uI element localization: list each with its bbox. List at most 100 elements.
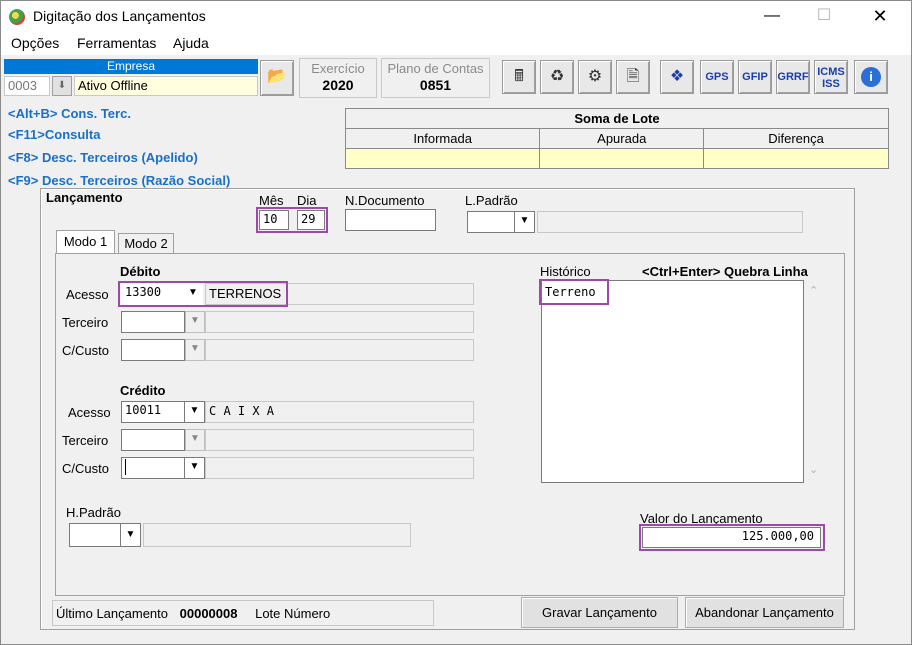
debito-custo-label: C/Custo — [62, 343, 109, 358]
empresa-code-field[interactable]: 0003 — [4, 76, 50, 96]
hpadrao-label: H.Padrão — [66, 505, 121, 520]
recycle-bin-icon: ♻ — [549, 68, 565, 85]
menu-opcoes[interactable]: Opções — [11, 35, 59, 51]
soma-lote-table: Soma de Lote Informada Apurada Diferença — [344, 108, 889, 169]
credito-title: Crédito — [120, 383, 166, 398]
icms-label: ICMS — [817, 66, 845, 78]
info-icon: i — [861, 67, 881, 87]
lpadrao-field[interactable] — [467, 211, 515, 233]
debito-acesso-highlight — [118, 281, 288, 307]
credito-custo-dropdown-icon[interactable]: ▼ — [185, 457, 205, 479]
debito-custo-field[interactable] — [121, 339, 185, 361]
informada-value — [344, 148, 541, 169]
lpadrao-dropdown-icon[interactable]: ▼ — [515, 211, 535, 233]
diamond-arrows-icon: ❖ — [669, 68, 685, 85]
historico-highlight — [539, 279, 609, 305]
tools-button[interactable]: ⚙ — [578, 60, 612, 94]
historico-label: Histórico — [540, 264, 591, 279]
lpadrao-label: L.Padrão — [465, 193, 518, 208]
exercicio-value: 2020 — [322, 77, 354, 93]
valor-highlight — [639, 524, 825, 551]
abandonar-button[interactable]: Abandonar Lançamento — [685, 597, 844, 628]
debito-custo-desc — [205, 339, 474, 361]
historico-scroll-down-icon[interactable]: ⌄ — [809, 463, 818, 476]
status-bar: Último Lançamento 00000008 Lote Número — [52, 600, 434, 626]
tab-modo2[interactable]: Modo 2 — [118, 233, 174, 254]
plano-value: 0851 — [419, 77, 452, 93]
credito-acesso-label: Acesso — [68, 405, 111, 420]
navigate-button[interactable]: ❖ — [660, 60, 694, 94]
soma-lote-title: Soma de Lote — [345, 108, 889, 129]
grrf-button[interactable]: GRRF — [776, 60, 810, 94]
hpadrao-field[interactable] — [69, 523, 121, 547]
hpadrao-dropdown-icon[interactable]: ▼ — [121, 523, 141, 547]
debito-terceiro-dropdown-icon[interactable]: ▼ — [185, 311, 205, 333]
historico-textarea[interactable]: Terreno — [541, 280, 804, 483]
document-icon: 🗎 — [626, 68, 640, 85]
col-diferenca: Diferença — [703, 128, 889, 149]
minimize-icon[interactable]: — — [749, 1, 795, 31]
debito-terceiro-desc — [205, 311, 474, 333]
menu-ferramentas[interactable]: Ferramentas — [77, 35, 156, 51]
tools-icon: ⚙ — [587, 68, 603, 85]
debito-terceiro-field[interactable] — [121, 311, 185, 333]
ndoc-label: N.Documento — [345, 193, 425, 208]
calculator-button[interactable]: 🖩 — [502, 60, 536, 94]
credito-terceiro-label: Terceiro — [62, 433, 109, 448]
empresa-lookup-icon[interactable]: ⬇ — [52, 76, 72, 96]
diferenca-value — [703, 148, 889, 169]
dia-label: Dia — [297, 193, 317, 208]
icms-iss-button[interactable]: ICMS ISS — [814, 60, 848, 94]
debito-terceiro-label: Terceiro — [62, 315, 109, 330]
credito-terceiro-dropdown-icon[interactable]: ▼ — [185, 429, 205, 451]
tab-modo1[interactable]: Modo 1 — [56, 230, 115, 254]
calculator-icon: 🖩 — [514, 68, 524, 85]
ultimo-value: 00000008 — [179, 606, 238, 621]
historico-scroll-up-icon[interactable]: ⌃ — [809, 284, 818, 297]
credito-acesso-field[interactable]: 10011 — [121, 401, 185, 423]
credito-custo-label: C/Custo — [62, 461, 109, 476]
shortcut-desc-razao: <F9> Desc. Terceiros (Razão Social) — [8, 173, 231, 188]
exercicio-box: Exercício 2020 — [299, 58, 377, 98]
open-folder-button[interactable]: 📂 — [260, 60, 294, 96]
credito-terceiro-field[interactable] — [121, 429, 185, 451]
empresa-header: Empresa — [4, 59, 258, 74]
menu-ajuda[interactable]: Ajuda — [173, 35, 209, 51]
menu-bar: Opções Ferramentas Ajuda — [1, 31, 911, 55]
credito-terceiro-desc — [205, 429, 474, 451]
info-button[interactable]: i — [854, 60, 888, 94]
gfip-button[interactable]: GFIP — [738, 60, 772, 94]
ndoc-field[interactable] — [345, 209, 436, 231]
title-bar: Digitação dos Lançamentos — ☐ ✕ — [1, 1, 911, 31]
shortcut-consulta: <F11>Consulta — [8, 127, 101, 142]
shortcut-desc-apelido: <F8> Desc. Terceiros (Apelido) — [8, 150, 198, 165]
shortcut-cons-terc: <Alt+B> Cons. Terc. — [8, 106, 131, 121]
debito-custo-dropdown-icon[interactable]: ▼ — [185, 339, 205, 361]
iss-label: ISS — [822, 78, 840, 90]
plano-box: Plano de Contas 0851 — [381, 58, 490, 98]
close-icon[interactable]: ✕ — [857, 1, 903, 31]
hpadrao-desc — [143, 523, 411, 547]
lancamento-title: Lançamento — [46, 190, 123, 205]
date-highlight — [256, 207, 328, 233]
ultimo-label: Último Lançamento — [56, 606, 168, 621]
debito-title: Débito — [120, 264, 161, 279]
col-apurada: Apurada — [539, 128, 705, 149]
app-icon — [9, 9, 25, 25]
credito-custo-desc — [205, 457, 474, 479]
credito-acesso-dropdown-icon[interactable]: ▼ — [185, 401, 205, 423]
gravar-button[interactable]: Gravar Lançamento — [521, 597, 678, 628]
credito-custo-field[interactable] — [121, 457, 185, 479]
exercicio-label: Exercício — [311, 61, 365, 76]
lote-label: Lote Número — [255, 606, 331, 621]
folder-icon: 📂 — [267, 68, 287, 85]
historico-hint: <Ctrl+Enter> Quebra Linha — [642, 264, 808, 279]
maximize-icon[interactable]: ☐ — [801, 1, 847, 31]
plano-label: Plano de Contas — [387, 61, 484, 76]
col-informada: Informada — [344, 128, 541, 149]
lpadrao-desc — [537, 211, 803, 233]
mes-label: Mês — [259, 193, 284, 208]
new-document-button[interactable]: 🗎 — [616, 60, 650, 94]
recycle-button[interactable]: ♻ — [540, 60, 574, 94]
gps-button[interactable]: GPS — [700, 60, 734, 94]
